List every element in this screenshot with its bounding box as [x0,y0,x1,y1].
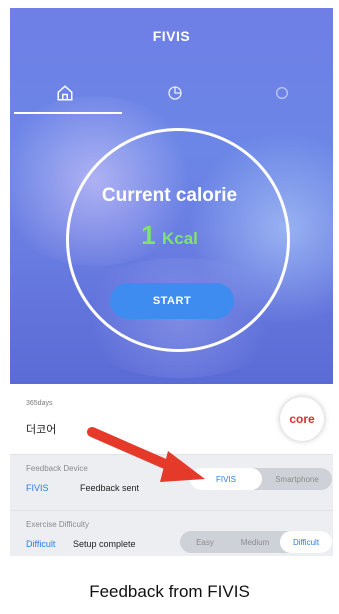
option-smartphone[interactable]: Smartphone [262,468,332,490]
exercise-difficulty-label: Exercise Difficulty [26,520,89,529]
feedback-status: Feedback sent [80,483,140,493]
app-title: FIVIS [152,28,191,44]
calorie-number: 1 [141,220,156,250]
home-icon [57,85,73,101]
phone-screen: FIVIS 365days 더코어 core Feedback Device F… [10,8,333,556]
feedback-device-value: FIVIS [26,483,49,493]
days-label: 365days [26,400,53,407]
option-easy[interactable]: Easy [180,531,230,553]
tab-bar [10,72,333,114]
option-difficult[interactable]: Difficult [280,531,332,553]
pie-chart-icon [168,86,182,100]
core-badge[interactable]: core [280,397,324,441]
option-fivis[interactable]: FIVIS [190,468,262,490]
exercise-difficulty-row: Exercise Difficulty Difficult Setup comp… [10,510,333,556]
exercise-difficulty-value: Difficult [26,539,56,549]
start-button[interactable]: START [110,283,234,319]
tab-stats[interactable] [120,72,230,114]
feedback-device-row: Feedback Device FIVIS Feedback sent FIVI… [10,454,333,514]
tab-home[interactable] [10,72,120,114]
tab-extra[interactable] [230,72,333,114]
difficulty-status: Setup complete [73,539,136,549]
core-logo-text: core [289,412,315,426]
calorie-value: 1 Kcal [0,220,339,251]
profile-card: 365days 더코어 core [10,384,333,454]
circle-icon [275,87,288,99]
feedback-device-toggle[interactable]: FIVIS Smartphone [190,468,332,490]
feedback-device-label: Feedback Device [26,464,88,473]
figure-caption: Feedback from FIVIS [89,582,250,601]
active-tab-indicator [14,112,122,114]
calorie-title: Current calorie [101,185,238,206]
calorie-unit: Kcal [162,229,198,248]
difficulty-toggle[interactable]: Easy Medium Difficult [180,531,332,553]
option-medium[interactable]: Medium [230,531,280,553]
profile-name: 더코어 [26,424,57,436]
